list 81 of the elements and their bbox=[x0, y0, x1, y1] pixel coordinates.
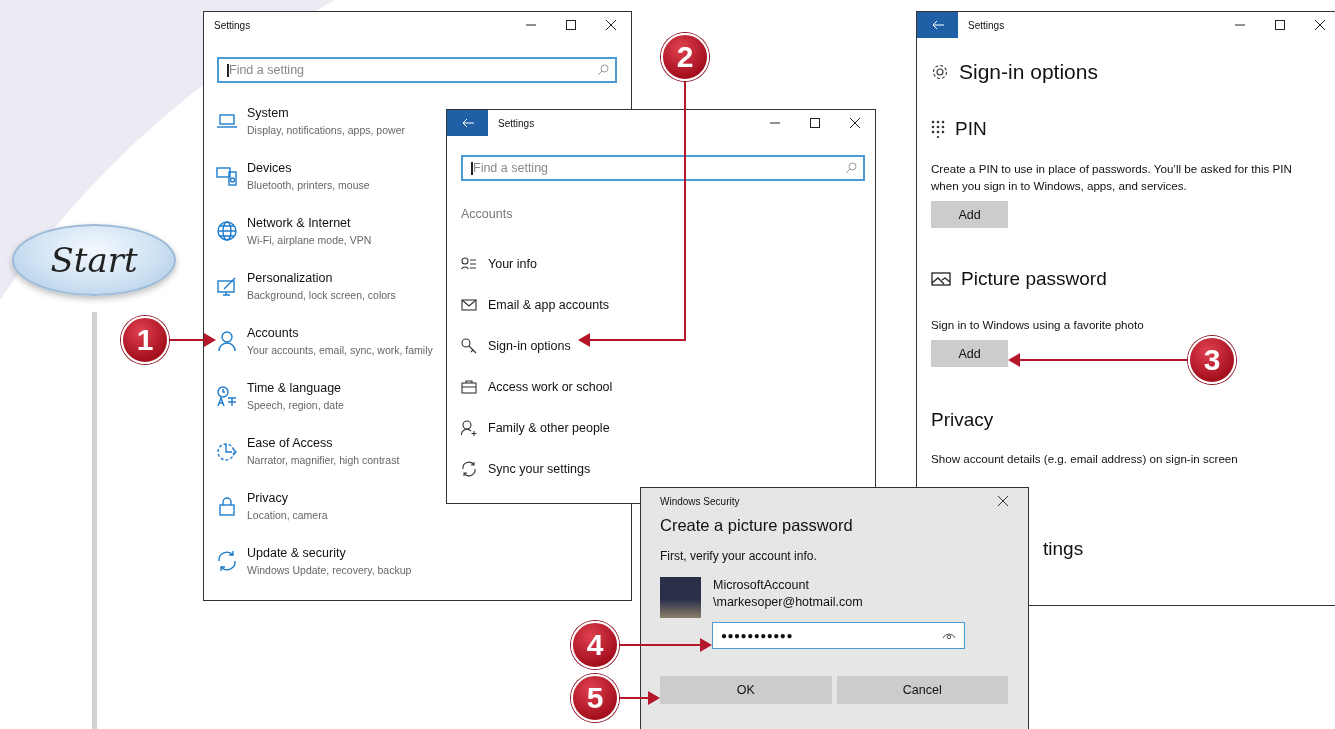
step-number: 2 bbox=[661, 33, 709, 81]
category-description: Wi-Fi, airplane mode, VPN bbox=[247, 233, 372, 248]
accounts-menu-item[interactable]: Email & app accounts bbox=[488, 297, 609, 312]
password-field[interactable]: ●●●●●●●●●●● bbox=[712, 622, 965, 649]
account-name: \markesoper@hotmail.com bbox=[713, 594, 863, 611]
section-description: Show account details (e.g. email address) on sign-in screen bbox=[931, 451, 1239, 467]
back-button[interactable] bbox=[917, 12, 958, 38]
section-description: Create a PIN to use in place of passwords. You’ll be asked for this PIN when you sign in to Windows, apps, and services. bbox=[931, 161, 1293, 194]
person-plus-icon bbox=[461, 419, 477, 436]
category-description: Speech, region, date bbox=[247, 398, 344, 413]
category-description: Display, notifications, apps, power bbox=[247, 123, 405, 138]
category-description: Bluetooth, printers, mouse bbox=[247, 178, 370, 193]
left-arrow-icon bbox=[461, 118, 474, 128]
settings-category-link[interactable]: Time & language bbox=[247, 380, 342, 397]
settings-category-link[interactable]: System bbox=[247, 105, 289, 122]
accounts-menu-item[interactable]: Access work or school bbox=[488, 379, 613, 394]
section-label: Accounts bbox=[461, 207, 514, 221]
start-badge: Start bbox=[12, 224, 176, 296]
category-description: Background, lock screen, colors bbox=[247, 288, 396, 303]
settings-category-link[interactable]: Privacy bbox=[247, 490, 288, 507]
close-icon[interactable] bbox=[998, 496, 1008, 506]
accounts-menu-item[interactable]: Sign-in options bbox=[488, 338, 571, 353]
contact-card-icon bbox=[461, 255, 477, 272]
photo-placeholder bbox=[660, 577, 701, 618]
section-heading: tings bbox=[1043, 538, 1084, 560]
category-description: Windows Update, recovery, backup bbox=[247, 563, 412, 578]
window-title: Settings bbox=[213, 19, 252, 31]
dashed-circle-icon bbox=[216, 440, 238, 462]
keypad-icon bbox=[931, 120, 945, 138]
step-number: 4 bbox=[571, 621, 619, 669]
lock-icon bbox=[216, 495, 238, 517]
settings-category-link[interactable]: Accounts bbox=[247, 325, 299, 342]
search-field[interactable]: Find a setting bbox=[217, 57, 617, 83]
section-heading: Privacy bbox=[931, 409, 994, 431]
step-number: 5 bbox=[571, 674, 619, 722]
settings-category-link[interactable]: Personalization bbox=[247, 270, 333, 287]
clock-letter-icon bbox=[216, 385, 238, 407]
briefcase-icon bbox=[461, 378, 477, 395]
search-icon bbox=[845, 162, 857, 174]
section-heading: Picture password bbox=[961, 268, 1107, 290]
accounts-menu-item[interactable]: Your info bbox=[488, 256, 537, 271]
callout-arrow bbox=[168, 333, 216, 347]
globe-icon bbox=[216, 220, 238, 242]
window-title: Settings bbox=[497, 117, 536, 129]
sync-icon bbox=[216, 550, 238, 572]
dialog-prompt: First, verify your account info. bbox=[660, 549, 818, 563]
category-description: Your accounts, email, sync, work, family bbox=[247, 343, 433, 358]
dialog-button[interactable]: Cancel bbox=[836, 676, 1008, 704]
envelope-icon bbox=[461, 296, 477, 313]
settings-category-link[interactable]: Ease of Access bbox=[247, 435, 333, 452]
step-number: 1 bbox=[121, 316, 169, 364]
search-field[interactable]: Find a setting bbox=[461, 155, 865, 181]
left-arrow-icon bbox=[931, 20, 944, 30]
accounts-menu-item[interactable]: Sync your settings bbox=[488, 461, 591, 476]
category-description: Narrator, magnifier, high contrast bbox=[247, 453, 400, 468]
search-icon bbox=[597, 64, 609, 76]
key-icon bbox=[461, 337, 477, 354]
window-title: Settings bbox=[967, 19, 1006, 31]
picture-icon bbox=[931, 271, 951, 287]
sync-icon bbox=[461, 460, 477, 477]
devices-icon bbox=[216, 165, 238, 187]
settings-category-link[interactable]: Network & Internet bbox=[247, 215, 351, 232]
back-button[interactable] bbox=[447, 110, 488, 136]
section-description: Sign in to Windows using a favorite photo bbox=[931, 317, 1145, 333]
pen-monitor-icon bbox=[216, 275, 238, 297]
settings-category-link[interactable]: Devices bbox=[247, 160, 292, 177]
section-heading: PIN bbox=[955, 118, 987, 140]
settings-category-link[interactable]: Update & security bbox=[247, 545, 346, 562]
dialog-button[interactable]: OK bbox=[660, 676, 832, 704]
callout-arrow bbox=[618, 691, 660, 705]
gear-icon bbox=[931, 63, 949, 81]
add-button[interactable]: Add bbox=[931, 340, 1008, 367]
eye-icon[interactable] bbox=[942, 631, 956, 640]
page-heading: Sign-in options bbox=[959, 60, 1098, 84]
category-description: Location, camera bbox=[247, 508, 328, 523]
add-button[interactable]: Add bbox=[931, 201, 1008, 228]
accounts-menu-item[interactable]: Family & other people bbox=[488, 420, 610, 435]
dialog-title: Windows Security bbox=[660, 495, 740, 507]
account-name: MicrosoftAccount bbox=[713, 577, 810, 594]
dialog-heading: Create a picture password bbox=[660, 516, 854, 535]
person-icon bbox=[216, 330, 238, 352]
